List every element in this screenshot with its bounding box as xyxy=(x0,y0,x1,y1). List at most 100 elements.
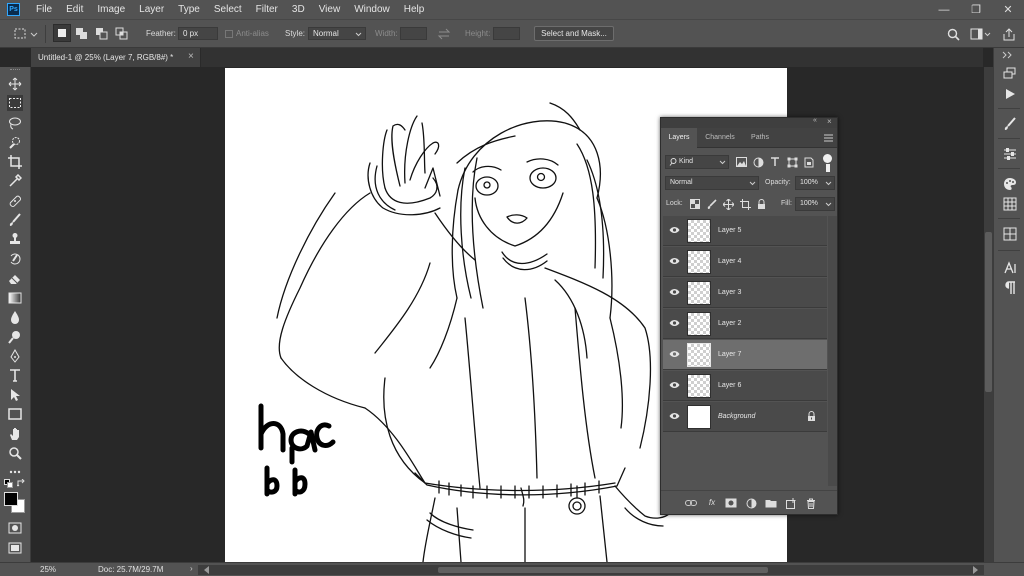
visibility-eye-icon[interactable] xyxy=(669,319,680,327)
type-tool-icon[interactable] xyxy=(7,367,23,383)
link-layers-icon[interactable] xyxy=(685,497,697,509)
new-group-icon[interactable] xyxy=(765,497,777,509)
close-panel-icon[interactable]: × xyxy=(827,117,832,126)
zoom-level[interactable]: 25% xyxy=(40,565,56,574)
close-tab-button[interactable]: × xyxy=(188,51,194,62)
layer-filter-select[interactable]: Kind xyxy=(665,155,729,169)
close-window-button[interactable]: ✕ xyxy=(992,0,1024,19)
clone-stamp-tool-icon[interactable] xyxy=(7,231,23,247)
brush-settings-icon[interactable] xyxy=(1002,116,1018,132)
rectangular-marquee-tool-icon[interactable] xyxy=(7,95,23,111)
layer-style-icon[interactable]: fx xyxy=(706,496,718,508)
status-menu-arrow-icon[interactable]: › xyxy=(190,564,193,573)
menu-layer[interactable]: Layer xyxy=(132,0,171,19)
blur-tool-icon[interactable] xyxy=(7,309,23,325)
lock-position-icon[interactable] xyxy=(722,198,734,210)
marquee-preset-icon[interactable] xyxy=(14,27,38,41)
menu-edit[interactable]: Edit xyxy=(59,0,90,19)
layer-row-background[interactable]: Background xyxy=(663,402,827,432)
fill-input[interactable]: 100% xyxy=(795,197,835,211)
document-info[interactable]: Doc: 25.7M/29.7M xyxy=(98,565,163,574)
panel-menu-icon[interactable] xyxy=(824,134,833,142)
new-selection-icon[interactable] xyxy=(53,24,71,42)
filter-toggle-icon[interactable] xyxy=(823,154,832,163)
history-panel-icon[interactable] xyxy=(1002,66,1018,82)
libraries-panel-icon[interactable] xyxy=(1002,226,1018,242)
quick-selection-tool-icon[interactable] xyxy=(7,135,23,151)
default-colors-icon[interactable] xyxy=(4,479,13,488)
pixel-layer-filter-icon[interactable] xyxy=(735,156,747,168)
horizontal-scroll-thumb[interactable] xyxy=(438,567,768,573)
dodge-tool-icon[interactable] xyxy=(7,329,23,345)
rectangle-tool-icon[interactable] xyxy=(7,406,23,422)
intersect-selection-icon[interactable] xyxy=(115,27,129,41)
search-icon[interactable] xyxy=(947,28,960,41)
style-select[interactable]: Normal xyxy=(308,27,366,40)
add-selection-icon[interactable] xyxy=(75,27,89,41)
panel-header[interactable]: « × xyxy=(661,117,837,128)
layer-row-layer-7[interactable]: Layer 7 xyxy=(663,340,827,370)
lock-transparent-pixels-icon[interactable] xyxy=(689,198,701,210)
layer-row-layer-4[interactable]: Layer 4 xyxy=(663,247,827,277)
lock-icon[interactable] xyxy=(807,411,816,422)
menu-file[interactable]: File xyxy=(29,0,59,19)
lock-artboard-icon[interactable] xyxy=(739,198,751,210)
visibility-eye-icon[interactable] xyxy=(669,350,680,358)
select-and-mask-button[interactable]: Select and Mask... xyxy=(534,26,614,41)
new-layer-icon[interactable] xyxy=(785,497,797,509)
swatches-panel-icon[interactable] xyxy=(1002,196,1018,212)
healing-brush-tool-icon[interactable] xyxy=(7,193,23,209)
new-adjustment-layer-icon[interactable] xyxy=(745,497,757,509)
visibility-eye-icon[interactable] xyxy=(669,288,680,296)
brush-tool-icon[interactable] xyxy=(7,212,23,228)
layers-scrollbar[interactable] xyxy=(828,216,837,486)
eyedropper-tool-icon[interactable] xyxy=(7,173,23,189)
hand-tool-icon[interactable] xyxy=(7,426,23,442)
zoom-tool-icon[interactable] xyxy=(7,445,23,461)
swap-icon[interactable] xyxy=(437,28,451,40)
screen-mode-icon[interactable] xyxy=(7,540,23,556)
minimize-button[interactable]: — xyxy=(928,0,960,19)
document-tab[interactable]: Untitled-1 @ 25% (Layer 7, RGB/8#) * × xyxy=(31,48,201,67)
type-layer-filter-icon[interactable] xyxy=(769,156,781,168)
pen-tool-icon[interactable] xyxy=(7,348,23,364)
menu-window[interactable]: Window xyxy=(347,0,397,19)
add-mask-icon[interactable] xyxy=(725,497,737,509)
paragraph-panel-icon[interactable] xyxy=(1002,280,1018,296)
scroll-right-arrow-icon[interactable] xyxy=(973,566,978,574)
lock-image-pixels-icon[interactable] xyxy=(706,198,718,210)
eraser-tool-icon[interactable] xyxy=(7,270,23,286)
tab-channels[interactable]: Channels xyxy=(699,128,741,148)
layer-row-layer-2[interactable]: Layer 2 xyxy=(663,309,827,339)
width-input[interactable] xyxy=(400,27,427,40)
character-panel-icon[interactable] xyxy=(1002,260,1018,276)
horizontal-scrollbar[interactable] xyxy=(198,565,984,575)
shape-layer-filter-icon[interactable] xyxy=(786,156,798,168)
blend-mode-select[interactable]: Normal xyxy=(665,176,759,190)
anti-alias-checkbox[interactable] xyxy=(225,30,233,38)
gradient-tool-icon[interactable] xyxy=(7,290,23,306)
color-panel-icon[interactable] xyxy=(1002,176,1018,192)
layer-row-layer-6[interactable]: Layer 6 xyxy=(663,371,827,401)
collapse-panel-icon[interactable]: « xyxy=(813,117,817,124)
layer-row-layer-3[interactable]: Layer 3 xyxy=(663,278,827,308)
menu-3d[interactable]: 3D xyxy=(285,0,312,19)
delete-layer-icon[interactable] xyxy=(805,497,817,509)
lasso-tool-icon[interactable] xyxy=(7,115,23,131)
menu-filter[interactable]: Filter xyxy=(249,0,285,19)
tab-paths[interactable]: Paths xyxy=(743,128,777,148)
scroll-left-arrow-icon[interactable] xyxy=(204,566,209,574)
layer-row-layer-5[interactable]: Layer 5 xyxy=(663,216,827,246)
share-icon[interactable] xyxy=(1002,28,1016,41)
opacity-input[interactable]: 100% xyxy=(795,176,835,190)
menu-view[interactable]: View xyxy=(312,0,348,19)
adjustment-layer-filter-icon[interactable] xyxy=(752,156,764,168)
visibility-eye-icon[interactable] xyxy=(669,257,680,265)
path-selection-tool-icon[interactable] xyxy=(7,387,23,403)
vertical-scrollbar[interactable] xyxy=(984,67,993,562)
tab-layers[interactable]: Layers xyxy=(661,128,697,148)
swap-colors-icon[interactable] xyxy=(17,479,26,488)
menu-image[interactable]: Image xyxy=(90,0,132,19)
subtract-selection-icon[interactable] xyxy=(95,27,109,41)
menu-help[interactable]: Help xyxy=(397,0,432,19)
